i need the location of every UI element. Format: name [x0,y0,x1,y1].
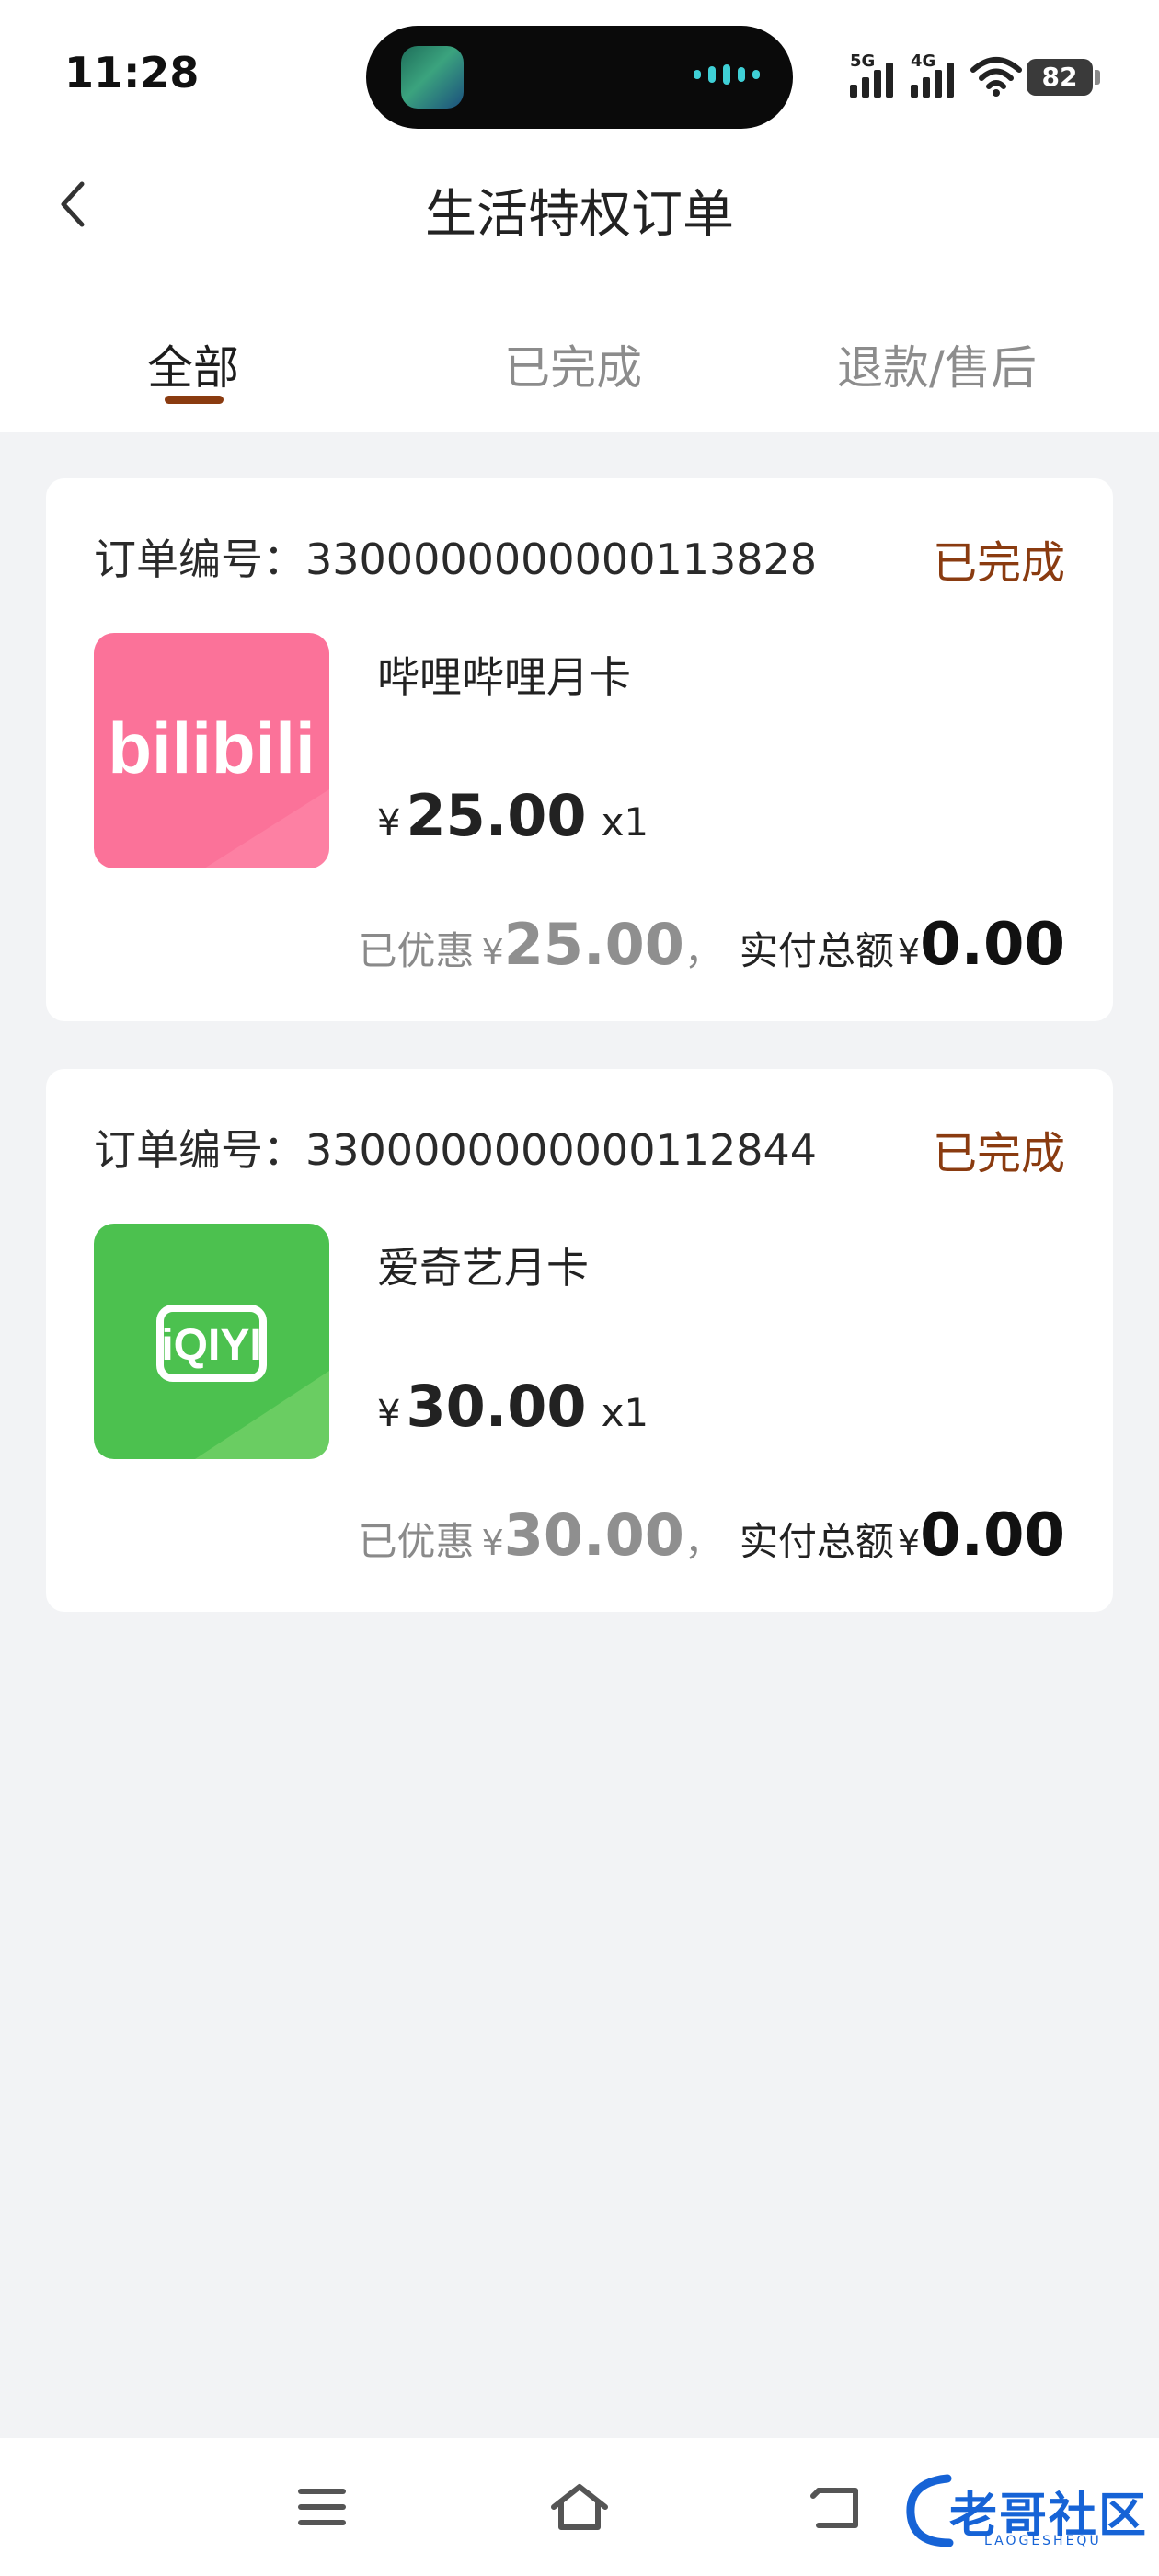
order-number: 订单编号：3300000000000112844 [94,1125,818,1175]
svg-text:bilibili: bilibili [108,707,315,788]
product-price: ¥30.00 x1 [377,1373,649,1440]
order-card[interactable]: 订单编号：3300000000000112844 已完成 iQIYI 爱奇艺月卡… [46,1069,1113,1612]
product-name: 爱奇艺月卡 [377,1243,589,1293]
status-bar: 11:28 5G 4G 82 [0,0,1159,147]
battery-indicator: 82 [1027,59,1100,96]
page-title: 生活特权订单 [425,185,734,245]
header: 生活特权订单 [0,147,1159,304]
back-nav-button[interactable] [805,2475,869,2539]
dynamic-island[interactable] [366,26,793,129]
order-summary: 已优惠 ¥30.00， 实付总额 ¥0.00 [358,1501,1065,1570]
order-status: 已完成 [932,1128,1065,1179]
tab-refund[interactable]: 退款/售后 [837,331,1037,397]
wifi-icon [970,57,1022,97]
order-number: 订单编号：3300000000000113828 [94,535,818,584]
audio-wave-icon [694,64,760,85]
system-nav-bar: 老哥社区 LAOGESHEQU [0,2438,1159,2576]
signal-5g-icon: 5G [850,52,893,98]
tab-all[interactable]: 全部 [147,331,239,397]
tab-completed[interactable]: 已完成 [504,331,642,397]
menu-icon [298,2489,346,2525]
watermark-logo: 老哥社区 LAOGESHEQU [901,2464,1150,2556]
home-button[interactable] [547,2475,612,2539]
iqiyi-icon: iQIYI [94,1224,329,1459]
status-time: 11:28 [64,48,200,98]
bilibili-icon: bilibili [94,633,329,868]
product-name: 哔哩哔哩月卡 [377,652,631,702]
signal-4g-icon: 4G [911,52,954,98]
order-card[interactable]: 订单编号：3300000000000113828 已完成 bilibili 哔哩… [46,478,1113,1021]
dragon-logo-icon [906,2474,954,2547]
order-status: 已完成 [932,537,1065,589]
active-tab-indicator [165,396,224,404]
menu-button[interactable] [290,2475,354,2539]
svg-text:iQIYI: iQIYI [161,1321,261,1370]
order-summary: 已优惠 ¥25.00， 实付总额 ¥0.00 [358,911,1065,979]
back-icon [810,2488,858,2528]
home-icon [551,2484,608,2530]
product-price: ¥25.00 x1 [377,782,649,849]
tab-bar: 全部 已完成 退款/售后 [0,304,1159,432]
app-icon [401,46,464,109]
